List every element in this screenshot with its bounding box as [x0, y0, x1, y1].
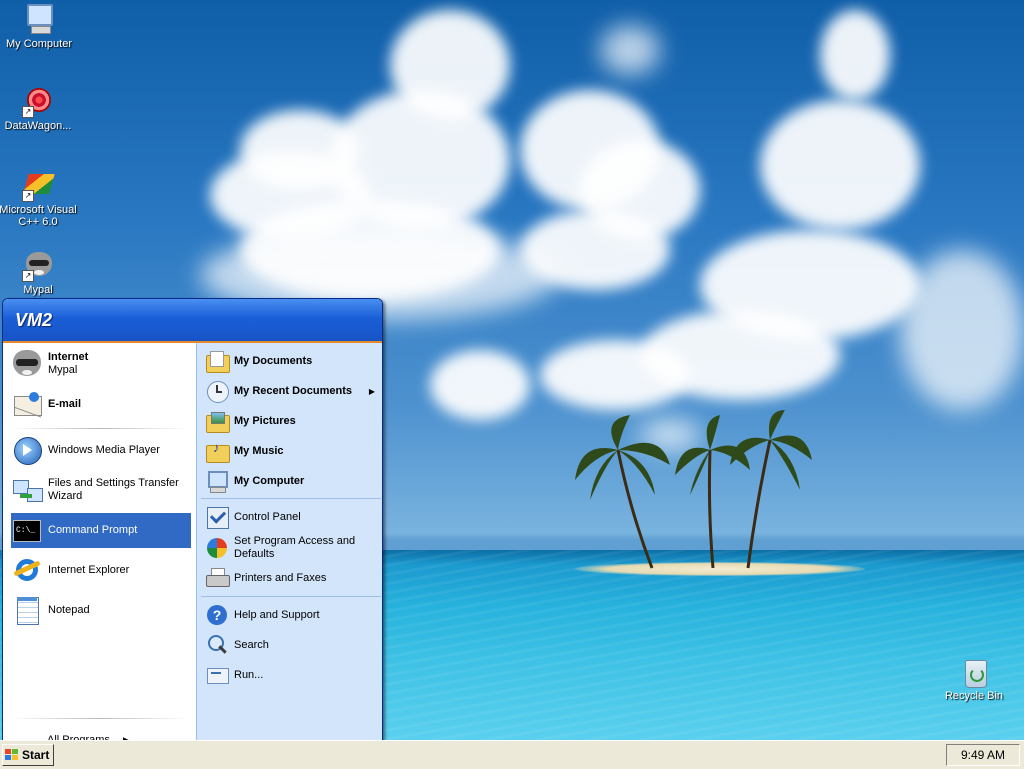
place-label: My Music	[234, 444, 284, 457]
mypal-icon	[11, 348, 43, 380]
my-computer-icon	[23, 4, 55, 36]
left-pane-separator	[11, 718, 187, 719]
desktop-icon-label: Mypal	[23, 284, 53, 296]
my-computer-icon	[205, 469, 229, 493]
place-my-music[interactable]: ♪ My Music	[205, 438, 381, 464]
palm-trees-graphic	[575, 410, 812, 569]
user-name: VM2	[15, 310, 53, 330]
start-menu-user-header: VM2	[3, 299, 382, 343]
start-menu-right-pane: My Documents My Recent Documents ▶ My Pi…	[196, 343, 382, 742]
pinned-email-title: E-mail	[48, 397, 82, 410]
right-pane-separator	[201, 596, 381, 597]
program-notepad[interactable]: Notepad	[11, 593, 191, 627]
desktop-icon-datawagon[interactable]: ↗ DataWagon...	[0, 86, 78, 132]
start-button[interactable]: Start	[2, 744, 54, 766]
place-label: My Documents	[234, 354, 313, 367]
clock-time: 9:49 AM	[960, 748, 1006, 762]
place-my-pictures[interactable]: My Pictures	[205, 408, 381, 434]
desktop-icon-my-computer[interactable]: My Computer	[0, 4, 79, 50]
program-label: Files and Settings Transfer Wizard	[48, 477, 179, 502]
program-access-icon	[205, 536, 229, 560]
help-icon: ?	[205, 603, 229, 627]
place-my-documents[interactable]: My Documents	[205, 348, 381, 374]
run-icon	[205, 663, 229, 687]
place-label: Set Program Access and Defaults	[234, 535, 356, 560]
program-internet-explorer[interactable]: Internet Explorer	[11, 553, 191, 587]
program-label: Internet Explorer	[48, 563, 130, 576]
visual-cpp-icon: ↗	[22, 170, 55, 202]
recent-documents-icon	[205, 379, 229, 403]
search-icon	[205, 633, 229, 657]
program-label: Windows Media Player	[48, 443, 160, 456]
right-pane-separator	[201, 498, 381, 499]
pinned-internet-subtitle: Mypal	[48, 364, 78, 376]
place-label: Control Panel	[234, 510, 301, 523]
place-label: Search	[234, 638, 269, 651]
help-and-support-item[interactable]: ? Help and Support	[205, 602, 381, 628]
internet-explorer-icon	[11, 554, 43, 586]
place-label: My Pictures	[234, 414, 296, 427]
notepad-icon	[11, 594, 43, 626]
search-item[interactable]: Search	[205, 632, 381, 658]
taskbar: Start 9:49 AM	[0, 740, 1024, 769]
program-label: Command Prompt	[48, 524, 138, 536]
email-icon	[11, 388, 43, 420]
place-label: Printers and Faxes	[234, 571, 327, 584]
place-label: Run...	[234, 668, 264, 681]
place-my-computer[interactable]: My Computer	[205, 468, 381, 494]
desktop-icon-label: DataWagon...	[4, 120, 72, 132]
run-item[interactable]: Run...	[205, 662, 381, 688]
desktop-icon-visual-cpp[interactable]: ↗ Microsoft Visual C++ 6.0	[0, 170, 78, 228]
command-prompt-icon: C:\_	[11, 515, 43, 547]
program-label: Notepad	[48, 603, 90, 616]
desktop-icon-recycle-bin[interactable]: Recycle Bin	[934, 656, 1014, 702]
start-menu: VM2 Internet Mypal E-mail Windows Media …	[2, 298, 383, 743]
control-panel-icon	[205, 505, 229, 529]
windows-logo-icon	[5, 749, 19, 761]
desktop-icon-label: Microsoft Visual C++ 6.0	[0, 204, 77, 228]
place-label: Help and Support	[234, 608, 320, 621]
my-documents-icon	[205, 349, 230, 373]
left-pane-separator	[11, 428, 187, 429]
start-menu-left-pane: Internet Mypal E-mail Windows Media Play…	[3, 343, 196, 742]
submenu-arrow-icon: ▶	[368, 386, 375, 396]
place-my-recent-documents[interactable]: My Recent Documents ▶	[205, 378, 381, 404]
control-panel-item[interactable]: Control Panel	[205, 504, 381, 530]
system-tray-clock[interactable]: 9:49 AM	[946, 744, 1020, 766]
my-music-icon: ♪	[205, 439, 230, 463]
recycle-bin-icon	[958, 656, 990, 688]
program-command-prompt[interactable]: C:\_ Command Prompt	[11, 513, 191, 548]
pinned-email[interactable]: E-mail	[11, 386, 191, 422]
place-label: My Computer	[234, 474, 305, 487]
desktop-icon-mypal[interactable]: ↗ Mypal	[0, 250, 78, 296]
datawagon-icon: ↗	[22, 86, 54, 118]
program-windows-media-player[interactable]: Windows Media Player	[11, 433, 191, 467]
media-player-icon	[11, 434, 43, 466]
program-files-settings-transfer-wizard[interactable]: Files and Settings Transfer Wizard	[11, 473, 191, 507]
mypal-icon: ↗	[22, 250, 54, 282]
transfer-wizard-icon	[11, 474, 43, 506]
desktop-icon-label: My Computer	[5, 38, 73, 50]
printers-and-faxes-item[interactable]: Printers and Faxes	[205, 565, 381, 591]
start-label: Start	[22, 748, 50, 762]
set-program-access-item[interactable]: Set Program Access and Defaults	[205, 531, 381, 565]
place-label: My Recent Documents	[234, 384, 352, 397]
printer-icon	[205, 566, 230, 590]
pinned-internet[interactable]: Internet Mypal	[11, 346, 191, 382]
my-pictures-icon	[205, 409, 230, 433]
desktop-icon-label: Recycle Bin	[944, 690, 1004, 702]
pinned-internet-title: Internet	[48, 351, 89, 363]
